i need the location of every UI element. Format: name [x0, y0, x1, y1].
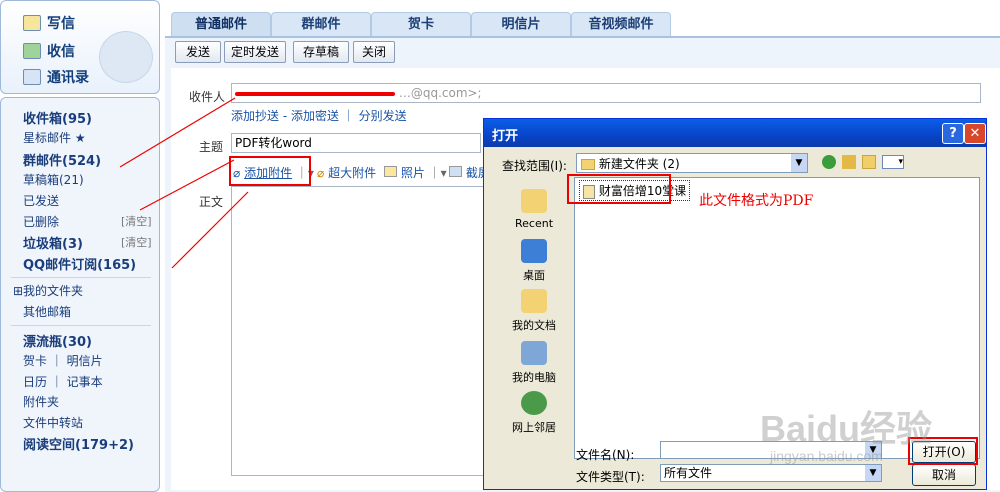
look-in-select[interactable]: 新建文件夹 (2) ▼ [576, 153, 808, 173]
place-desktop[interactable]: 桌面 [504, 239, 564, 283]
place-my-documents[interactable]: 我的文档 [504, 289, 564, 333]
chevron-down-icon[interactable]: ▼ [791, 154, 807, 172]
filetype-select[interactable]: 所有文件 ▼ [660, 464, 882, 482]
close-icon[interactable]: ✕ [964, 123, 986, 144]
computer-icon [521, 341, 547, 365]
up-folder-icon[interactable] [842, 155, 856, 169]
view-menu-icon[interactable]: ▾ [882, 155, 904, 169]
place-network-label: 网上邻居 [512, 421, 556, 434]
place-my-documents-label: 我的文档 [512, 319, 556, 332]
dialog-title-bar: 打开 ? ✕ [484, 119, 986, 147]
network-icon [521, 391, 547, 415]
places-bar: Recent 桌面 我的文档 我的电脑 网上邻居 [494, 179, 564, 459]
annotation-arrow [139, 159, 235, 211]
file-highlight-box [567, 174, 671, 204]
filetype-value: 所有文件 [664, 466, 713, 480]
place-recent-label: Recent [514, 217, 554, 230]
help-icon[interactable]: ? [942, 123, 964, 144]
documents-folder-icon [521, 289, 547, 313]
back-icon[interactable] [822, 155, 836, 169]
watermark-url: jingyan.baidu.com [770, 448, 883, 464]
annotation-arrow [171, 191, 249, 269]
new-folder-icon[interactable] [862, 155, 876, 169]
place-network[interactable]: 网上邻居 [504, 391, 564, 435]
annotation-arrow [119, 97, 236, 168]
dialog-title: 打开 [492, 129, 519, 144]
look-in-label: 查找范围(I): [502, 159, 567, 173]
annotation-note: 此文件格式为PDF [699, 193, 814, 209]
place-recent[interactable]: Recent [504, 189, 564, 230]
look-in-value: 新建文件夹 (2) [598, 157, 680, 171]
cancel-button[interactable]: 取消 [912, 464, 976, 486]
chevron-down-icon[interactable]: ▼ [865, 465, 881, 481]
baidu-watermark: Baidu经验 [760, 408, 933, 449]
recent-folder-icon [521, 189, 547, 213]
place-my-computer-label: 我的电脑 [512, 371, 556, 384]
place-desktop-label: 桌面 [523, 269, 545, 282]
place-my-computer[interactable]: 我的电脑 [504, 341, 564, 385]
folder-icon [581, 159, 595, 170]
desktop-icon [521, 239, 547, 263]
filetype-label: 文件类型(T): [576, 470, 645, 484]
filename-label: 文件名(N): [576, 448, 635, 462]
